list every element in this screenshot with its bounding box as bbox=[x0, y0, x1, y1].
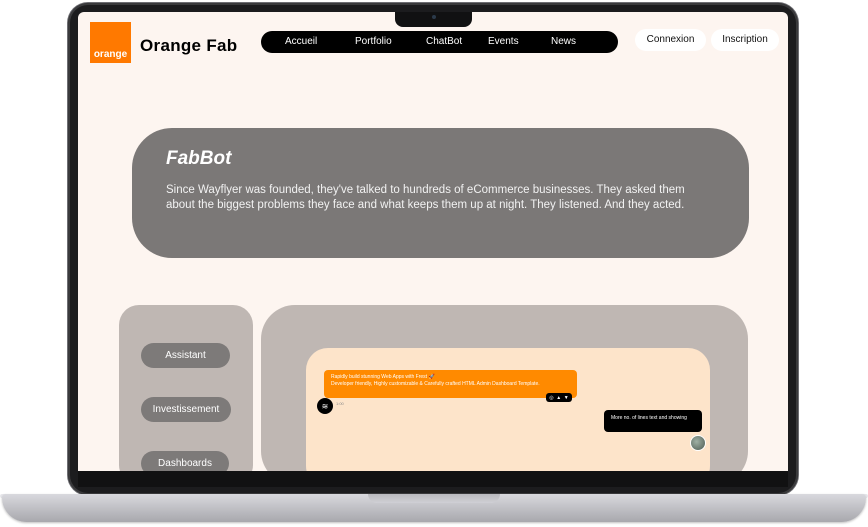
bot-message-bubble: Rapidly build stunning Web Apps with Fre… bbox=[324, 370, 577, 398]
login-button[interactable]: Connexion bbox=[635, 29, 706, 51]
hero-card: FabBot Since Wayflyer was founded, they'… bbox=[132, 128, 749, 258]
message-actions: ◎ ▲ ▼ bbox=[546, 393, 572, 402]
copy-icon[interactable]: ◎ bbox=[549, 395, 553, 401]
laptop-screen: orange Orange Fab Accueil Portfolio Chat… bbox=[78, 12, 788, 471]
sidebar-item-assistant[interactable]: Assistant bbox=[141, 343, 230, 368]
bot-message-line1: Rapidly build stunning Web Apps with Fre… bbox=[331, 374, 435, 380]
sidebar-item-investissement[interactable]: Investissement bbox=[141, 397, 231, 422]
hero-title: FabBot bbox=[166, 148, 232, 169]
camera-icon bbox=[432, 15, 436, 19]
nav-item-news[interactable]: News bbox=[551, 31, 576, 53]
logo-text: orange bbox=[93, 49, 128, 60]
nav-item-portfolio[interactable]: Portfolio bbox=[355, 31, 392, 53]
sidebar-item-dashboards[interactable]: Dashboards bbox=[141, 451, 229, 471]
hero-text: Since Wayflyer was founded, they've talk… bbox=[166, 184, 685, 211]
chatbot-sidebar: Assistant Investissement Dashboards bbox=[119, 305, 253, 471]
bot-message-time: 1:00 bbox=[336, 401, 344, 406]
main-nav: Accueil Portfolio ChatBot Events News bbox=[261, 31, 618, 53]
nav-item-accueil[interactable]: Accueil bbox=[285, 31, 317, 53]
dislike-icon[interactable]: ▼ bbox=[564, 395, 569, 401]
signup-button[interactable]: Inscription bbox=[711, 29, 779, 51]
bot-avatar-icon: ≋ bbox=[317, 398, 333, 414]
user-message-bubble: More no. of lines text and showing bbox=[604, 410, 702, 432]
orange-logo[interactable]: orange bbox=[90, 22, 131, 63]
brand-name: Orange Fab bbox=[140, 36, 238, 55]
laptop-opening-notch bbox=[368, 494, 500, 503]
nav-item-events[interactable]: Events bbox=[488, 31, 519, 53]
nav-item-chatbot[interactable]: ChatBot bbox=[426, 31, 462, 53]
user-avatar bbox=[690, 435, 706, 451]
screen-bottom-bezel bbox=[78, 471, 788, 487]
like-icon[interactable]: ▲ bbox=[556, 395, 561, 401]
bot-message-line2: Developer friendly, Highly customizable … bbox=[331, 381, 540, 387]
